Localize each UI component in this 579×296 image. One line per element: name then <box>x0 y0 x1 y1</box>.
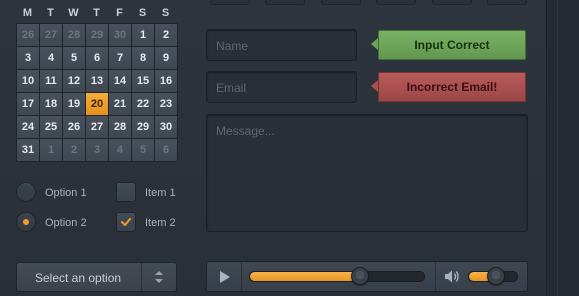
checkbox-item-1-label: Item 1 <box>145 187 176 199</box>
volume-knob[interactable] <box>486 267 505 285</box>
option-select[interactable]: Select an option <box>16 262 177 292</box>
top-tab[interactable] <box>432 0 472 5</box>
weekday-label: F <box>116 7 123 19</box>
calendar-day[interactable]: 21 <box>109 93 131 115</box>
calendar-day[interactable]: 22 <box>132 93 154 115</box>
calendar-day[interactable]: 10 <box>17 70 39 92</box>
up-down-arrows-icon <box>155 271 163 283</box>
calendar-grid: 26 27 28 29 30 1 2 3 4 5 6 7 8 9 10 11 12 13 14 15 16 17 18 19 2… <box>16 23 178 162</box>
calendar-day[interactable]: 3 <box>17 47 39 69</box>
calendar-day[interactable]: 18 <box>40 93 62 115</box>
calendar-day[interactable]: 16 <box>155 70 177 92</box>
calendar-day[interactable]: 13 <box>86 70 108 92</box>
calendar-day[interactable]: 26 <box>63 116 85 138</box>
calendar-day[interactable]: 14 <box>109 70 131 92</box>
calendar-day[interactable]: 27 <box>86 116 108 138</box>
calendar-day[interactable]: 28 <box>109 116 131 138</box>
player-divider <box>435 262 436 291</box>
calendar-day[interactable]: 25 <box>40 116 62 138</box>
radio-option-1[interactable] <box>16 182 36 202</box>
play-icon[interactable] <box>218 270 232 284</box>
calendar-day[interactable]: 6 <box>155 139 177 161</box>
progress-track[interactable] <box>249 271 425 282</box>
checkmark-icon <box>121 218 131 226</box>
name-input[interactable]: Name <box>206 29 357 61</box>
select-label: Select an option <box>35 271 122 285</box>
calendar-day[interactable]: 30 <box>109 24 131 46</box>
top-tab[interactable] <box>321 0 361 5</box>
calendar-day[interactable]: 15 <box>132 70 154 92</box>
volume-icon[interactable] <box>444 269 460 284</box>
calendar-day[interactable]: 17 <box>17 93 39 115</box>
radio-option-2-label: Option 2 <box>45 217 87 229</box>
calendar-day[interactable]: 1 <box>40 139 62 161</box>
input-correct-badge: Input Correct <box>378 30 526 60</box>
message-placeholder: Message... <box>216 124 275 138</box>
message-textarea[interactable]: Message... <box>206 114 528 232</box>
radio-option-1-label: Option 1 <box>45 187 87 199</box>
player-divider <box>241 262 242 291</box>
success-pointer <box>371 38 378 50</box>
calendar-day[interactable]: 12 <box>63 70 85 92</box>
calendar-day[interactable]: 30 <box>155 116 177 138</box>
email-input[interactable]: Email <box>206 71 357 103</box>
incorrect-email-badge: Incorrect Email! <box>378 72 526 102</box>
right-scroll-panel <box>546 0 579 296</box>
calendar-day[interactable]: 28 <box>63 24 85 46</box>
weekday-label: T <box>47 7 54 19</box>
calendar-weekday-header: MTWTFSS <box>16 4 177 22</box>
calendar-day[interactable]: 5 <box>132 139 154 161</box>
calendar-day[interactable]: 23 <box>155 93 177 115</box>
calendar-day[interactable]: 31 <box>17 139 39 161</box>
calendar-day[interactable]: 26 <box>17 24 39 46</box>
calendar-day[interactable]: 4 <box>40 47 62 69</box>
checkbox-item-2-label: Item 2 <box>145 217 176 229</box>
calendar-day[interactable]: 19 <box>63 93 85 115</box>
weekday-label: S <box>138 7 147 19</box>
calendar-day[interactable]: 2 <box>155 24 177 46</box>
calendar-day[interactable]: 2 <box>63 139 85 161</box>
calendar-day[interactable]: 24 <box>17 116 39 138</box>
progress-knob[interactable] <box>350 267 369 285</box>
calendar-day[interactable]: 1 <box>132 24 154 46</box>
weekday-label: W <box>68 7 79 19</box>
checkbox-item-2[interactable] <box>116 212 136 232</box>
calendar-day[interactable]: 5 <box>63 47 85 69</box>
calendar-day[interactable]: 3 <box>86 139 108 161</box>
calendar-day[interactable]: 27 <box>40 24 62 46</box>
calendar-day[interactable]: 4 <box>109 139 131 161</box>
calendar-day[interactable]: 6 <box>86 47 108 69</box>
calendar-day[interactable]: 9 <box>155 47 177 69</box>
calendar-day-today[interactable]: 20 <box>86 93 108 115</box>
calendar-day[interactable]: 29 <box>132 116 154 138</box>
calendar-day[interactable]: 29 <box>86 24 108 46</box>
calendar-day[interactable]: 7 <box>109 47 131 69</box>
top-tab[interactable] <box>487 0 527 5</box>
top-tab[interactable] <box>210 0 250 5</box>
checkbox-item-1[interactable] <box>116 182 136 202</box>
radio-option-2[interactable] <box>16 212 36 232</box>
calendar-day[interactable]: 8 <box>132 47 154 69</box>
email-placeholder: Email <box>216 81 247 95</box>
weekday-label: S <box>161 7 170 19</box>
progress-fill <box>250 272 360 281</box>
media-player <box>206 261 528 292</box>
weekday-label: M <box>22 7 33 19</box>
top-tab[interactable] <box>265 0 305 5</box>
name-placeholder: Name <box>216 39 249 53</box>
select-divider <box>141 263 142 291</box>
top-tab[interactable] <box>376 0 416 5</box>
calendar-day[interactable]: 11 <box>40 70 62 92</box>
weekday-label: T <box>93 7 100 19</box>
error-pointer <box>371 80 378 92</box>
